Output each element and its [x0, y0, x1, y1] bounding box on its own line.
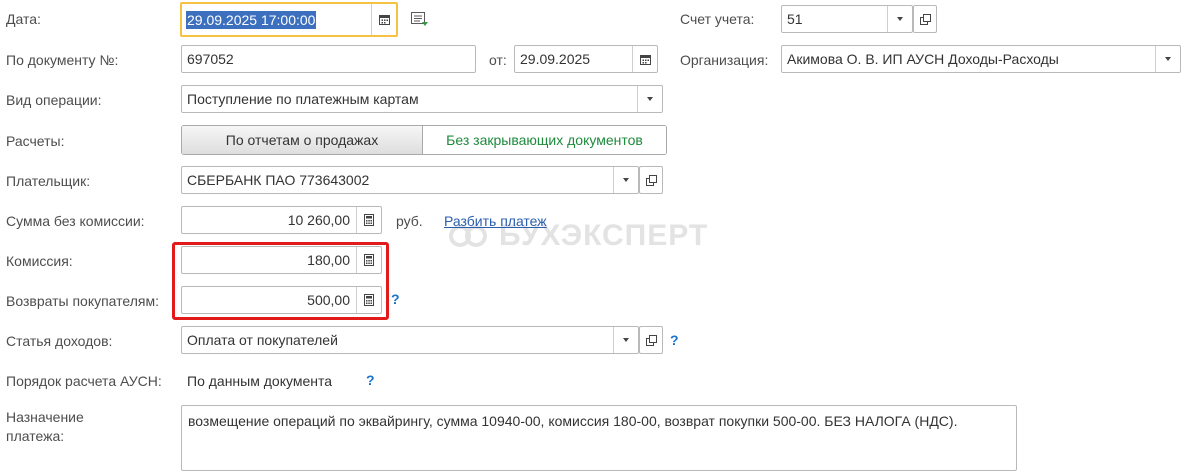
calendar-button[interactable] — [371, 4, 396, 35]
settlements-option-no-closing-docs[interactable]: Без закрывающих документов — [423, 126, 666, 154]
open-form-icon — [645, 334, 657, 346]
chevron-down-icon — [623, 178, 629, 182]
purpose-textarea[interactable]: возмещение операций по эквайрингу, сумма… — [181, 405, 1017, 471]
chevron-down-icon — [1165, 57, 1171, 61]
settlements-toggle: По отчетам о продажах Без закрывающих до… — [181, 125, 667, 155]
label-settlements: Расчеты: — [6, 133, 65, 149]
amount-value: 10 260,00 — [287, 212, 350, 228]
chevron-down-icon — [623, 338, 629, 342]
label-amount: Сумма без комиссии: — [6, 213, 145, 229]
operation-type-value: Поступление по платежным картам — [187, 91, 419, 107]
chevron-down-icon — [897, 17, 903, 21]
calculator-icon — [364, 214, 374, 226]
doc-date-value: 29.09.2025 — [520, 51, 591, 67]
payer-field[interactable]: СБЕРБАНК ПАО 773643002 — [181, 166, 639, 194]
open-form-icon — [919, 13, 931, 25]
chevron-down-icon — [647, 97, 653, 101]
ausn-order-value: По данным документа — [187, 373, 332, 389]
amount-field[interactable]: 10 260,00 — [181, 206, 382, 234]
split-payment-link[interactable]: Разбить платеж — [444, 212, 547, 230]
income-item-dropdown-button[interactable] — [613, 327, 638, 353]
account-field[interactable]: 51 — [781, 5, 913, 33]
organization-dropdown-button[interactable] — [1155, 46, 1180, 72]
calendar-icon — [639, 54, 651, 65]
calendar-icon — [378, 15, 390, 25]
income-item-help-icon[interactable]: ? — [670, 331, 679, 349]
account-value: 51 — [787, 11, 803, 27]
label-from: от: — [489, 52, 507, 68]
returns-help-icon[interactable]: ? — [391, 290, 400, 308]
doc-number-value: 697052 — [187, 51, 234, 67]
label-purpose: Назначение платежа: — [6, 409, 84, 444]
doc-calendar-button[interactable] — [632, 46, 657, 72]
label-income-item: Статья доходов: — [6, 333, 113, 349]
operation-type-field[interactable]: Поступление по платежным картам — [181, 85, 663, 113]
label-payer: Плательщик: — [6, 173, 91, 189]
doc-number-field[interactable]: 697052 — [181, 45, 476, 73]
payer-open-button[interactable] — [639, 166, 663, 194]
label-organization: Организация: — [680, 52, 769, 68]
registry-icon[interactable] — [411, 12, 429, 31]
label-commission: Комиссия: — [6, 253, 73, 269]
operation-type-dropdown-button[interactable] — [637, 86, 662, 112]
income-item-open-button[interactable] — [639, 326, 663, 354]
payer-value: СБЕРБАНК ПАО 773643002 — [187, 172, 370, 188]
label-date: Дата: — [6, 11, 41, 27]
settlements-option-sales-reports[interactable]: По отчетам о продажах — [182, 126, 423, 154]
organization-value: Акимова О. В. ИП АУСН Доходы-Расходы — [787, 51, 1059, 67]
highlight-box — [172, 242, 389, 320]
label-returns: Возвраты покупателям: — [6, 293, 160, 309]
label-ausn-order: Порядок расчета АУСН: — [6, 373, 162, 389]
label-operation-type: Вид операции: — [6, 92, 102, 108]
payer-dropdown-button[interactable] — [613, 167, 638, 193]
open-form-icon — [645, 174, 657, 186]
label-doc-number: По документу №: — [6, 52, 119, 68]
organization-field[interactable]: Акимова О. В. ИП АУСН Доходы-Расходы — [781, 45, 1181, 73]
date-value: 29.09.2025 17:00:00 — [186, 10, 317, 29]
date-field[interactable]: 29.09.2025 17:00:00 — [180, 2, 398, 37]
income-item-field[interactable]: Оплата от покупателей — [181, 326, 639, 354]
amount-calculator-button[interactable] — [356, 207, 381, 233]
ausn-order-help-icon[interactable]: ? — [366, 371, 375, 389]
label-account: Счет учета: — [680, 11, 755, 27]
currency-label: руб. — [396, 213, 423, 229]
account-dropdown-button[interactable] — [887, 6, 912, 32]
account-open-button[interactable] — [913, 5, 937, 33]
doc-date-field[interactable]: 29.09.2025 — [514, 45, 658, 73]
income-item-value: Оплата от покупателей — [187, 332, 338, 348]
